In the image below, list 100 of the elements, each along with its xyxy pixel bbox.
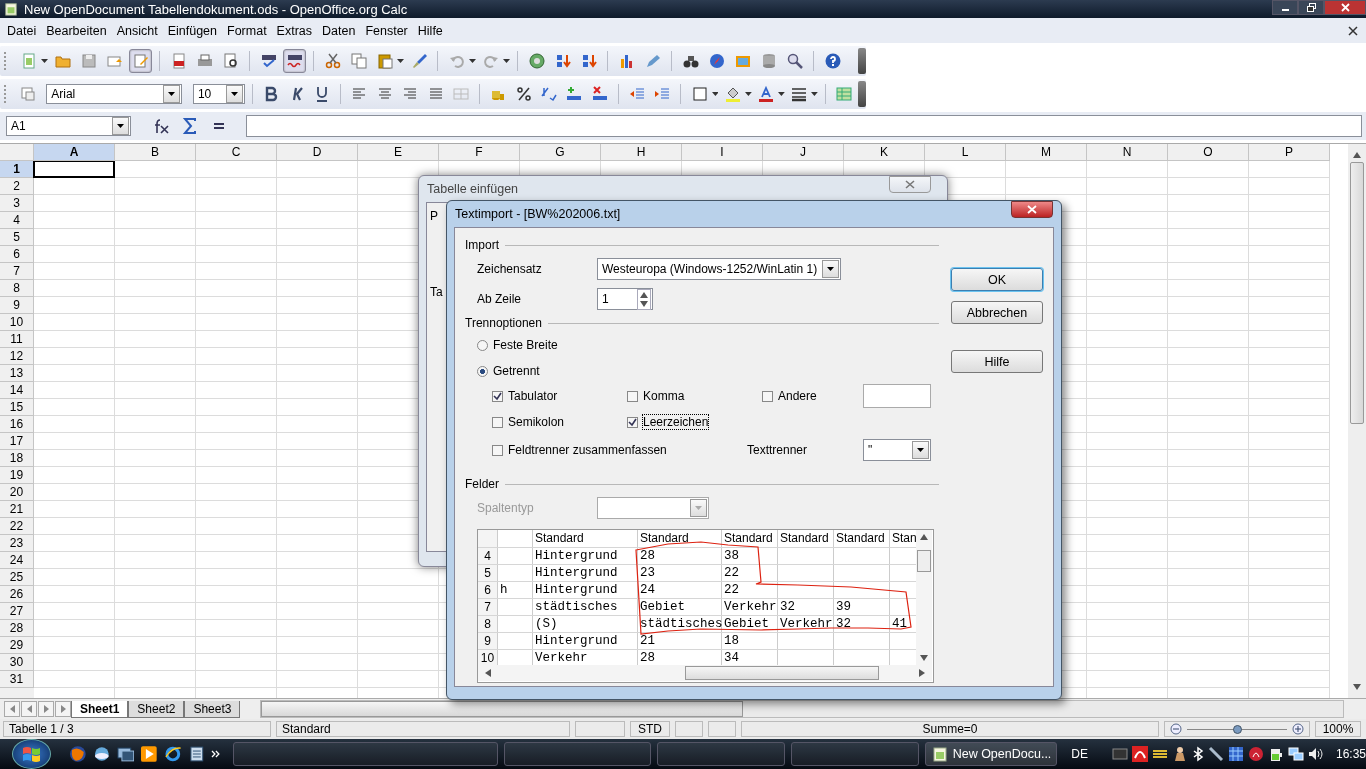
row-header[interactable]: 14 — [0, 382, 34, 399]
table-cell: h — [498, 582, 533, 598]
row-header[interactable]: 5 — [0, 229, 34, 246]
row-header[interactable]: 8 — [0, 280, 34, 297]
column-header[interactable]: H — [601, 144, 682, 161]
menu-item[interactable]: Einfügen — [162, 23, 222, 38]
row-header[interactable]: 9 — [0, 297, 34, 314]
table-cell: städtisches — [533, 599, 638, 615]
section-heading: Felder — [465, 477, 499, 491]
row-header[interactable]: 24 — [0, 552, 34, 569]
dialog-button[interactable]: OK — [951, 268, 1043, 291]
table-cell: 24 — [638, 582, 722, 598]
row-number: 5 — [478, 565, 498, 581]
section-heading: Import — [465, 238, 499, 252]
checkbox-label[interactable]: Komma — [643, 389, 685, 403]
menu-item[interactable]: Extras — [271, 23, 318, 38]
menu-item[interactable]: Datei — [2, 23, 42, 38]
sheet-tab[interactable]: Sheet1 — [71, 700, 129, 718]
radio-label[interactable]: Feste Breite — [493, 338, 558, 352]
row-number: 10 — [478, 650, 498, 665]
row-header[interactable]: 29 — [0, 637, 34, 654]
row-header[interactable]: 13 — [0, 365, 34, 382]
row-header[interactable]: 10 — [0, 314, 34, 331]
column-header[interactable]: P — [1249, 144, 1330, 161]
column-header[interactable]: C — [196, 144, 277, 161]
column-header[interactable]: Standard — [722, 530, 778, 547]
column-header[interactable]: Standard — [834, 530, 890, 547]
menu-item[interactable]: Format — [222, 23, 272, 38]
column-header[interactable]: B — [115, 144, 196, 161]
column-header[interactable]: J — [763, 144, 844, 161]
row-header[interactable]: 6 — [0, 246, 34, 263]
table-cell: Hintergrund — [533, 582, 638, 598]
row-header[interactable]: 7 — [0, 263, 34, 280]
row-header[interactable]: 17 — [0, 433, 34, 450]
row-header[interactable]: 3 — [0, 195, 34, 212]
column-header[interactable]: D — [277, 144, 358, 161]
menu-item[interactable]: Daten — [317, 23, 361, 38]
field-label: Spaltentyp — [477, 501, 535, 515]
sheet-tab[interactable]: Sheet3 — [184, 700, 241, 718]
taskbar-button[interactable]: New OpenDocu... — [924, 742, 1058, 766]
name-box[interactable]: A1 — [6, 116, 131, 136]
row-header[interactable]: 25 — [0, 569, 34, 586]
column-header[interactable]: F — [439, 144, 520, 161]
column-header[interactable]: A — [34, 144, 115, 161]
row-header[interactable]: 1 — [0, 161, 34, 178]
row-number: 8 — [478, 616, 498, 632]
radio-label[interactable]: Getrennt — [493, 364, 540, 378]
dialog-title: Tabelle einfügen — [427, 182, 519, 196]
column-header[interactable]: I — [682, 144, 763, 161]
column-header[interactable]: L — [925, 144, 1006, 161]
checkbox-label[interactable]: Feldtrenner zusammenfassen — [508, 443, 667, 457]
table-cell: 28 — [638, 548, 722, 564]
dialog-button[interactable]: Hilfe — [951, 350, 1043, 373]
row-header[interactable]: 21 — [0, 501, 34, 518]
text-delimiter-dropdown[interactable]: " — [863, 439, 931, 461]
row-header[interactable]: 26 — [0, 586, 34, 603]
menu-item[interactable]: Fenster — [360, 23, 413, 38]
column-header[interactable]: M — [1006, 144, 1087, 161]
menu-item[interactable]: Bearbeiten — [41, 23, 112, 38]
row-header[interactable]: 12 — [0, 348, 34, 365]
checkbox-label[interactable]: Semikolon — [508, 415, 565, 429]
column-header[interactable]: G — [520, 144, 601, 161]
row-header[interactable]: 11 — [0, 331, 34, 348]
start-row-spinner[interactable]: 1 — [597, 288, 653, 310]
dialog-label: Ta — [430, 285, 443, 299]
row-header[interactable]: 19 — [0, 467, 34, 484]
column-header[interactable]: N — [1087, 144, 1168, 161]
column-header[interactable]: E — [358, 144, 439, 161]
row-header[interactable]: 28 — [0, 620, 34, 637]
checkbox-label[interactable]: Leerzeichen — [643, 415, 709, 429]
table-cell: 32 — [778, 599, 834, 615]
row-header[interactable]: 2 — [0, 178, 34, 195]
column-header[interactable]: K — [844, 144, 925, 161]
table-cell: 39 — [834, 599, 890, 615]
menu-item[interactable]: Ansicht — [111, 23, 163, 38]
charset-dropdown[interactable]: Westeuropa (Windows-1252/WinLatin 1) — [597, 258, 841, 280]
font-name-field[interactable]: Arial — [46, 84, 182, 104]
font-size-field[interactable]: 10 — [192, 84, 246, 104]
column-header[interactable]: O — [1168, 144, 1249, 161]
dialog-button[interactable]: Abbrechen — [951, 301, 1043, 324]
row-header[interactable]: 18 — [0, 450, 34, 467]
row-header[interactable]: 4 — [0, 212, 34, 229]
language-indicator[interactable]: DE — [1071, 747, 1088, 761]
column-header[interactable]: Stan — [890, 530, 916, 547]
table-cell: Verkehr — [722, 599, 778, 615]
row-header[interactable]: 15 — [0, 399, 34, 416]
row-header[interactable]: 20 — [0, 484, 34, 501]
column-header[interactable]: Standard — [533, 530, 638, 547]
checkbox-label[interactable]: Andere — [778, 389, 817, 403]
row-header[interactable]: 31 — [0, 671, 34, 688]
sheet-tab[interactable]: Sheet2 — [128, 700, 185, 718]
menu-item[interactable]: Hilfe — [412, 23, 448, 38]
row-header[interactable]: 23 — [0, 535, 34, 552]
row-header[interactable]: 22 — [0, 518, 34, 535]
row-header[interactable]: 30 — [0, 654, 34, 671]
column-header[interactable]: Standard — [778, 530, 834, 547]
row-header[interactable]: 16 — [0, 416, 34, 433]
checkbox-label[interactable]: Tabulator — [508, 389, 558, 403]
column-header[interactable]: Standard — [638, 530, 722, 547]
row-header[interactable]: 27 — [0, 603, 34, 620]
